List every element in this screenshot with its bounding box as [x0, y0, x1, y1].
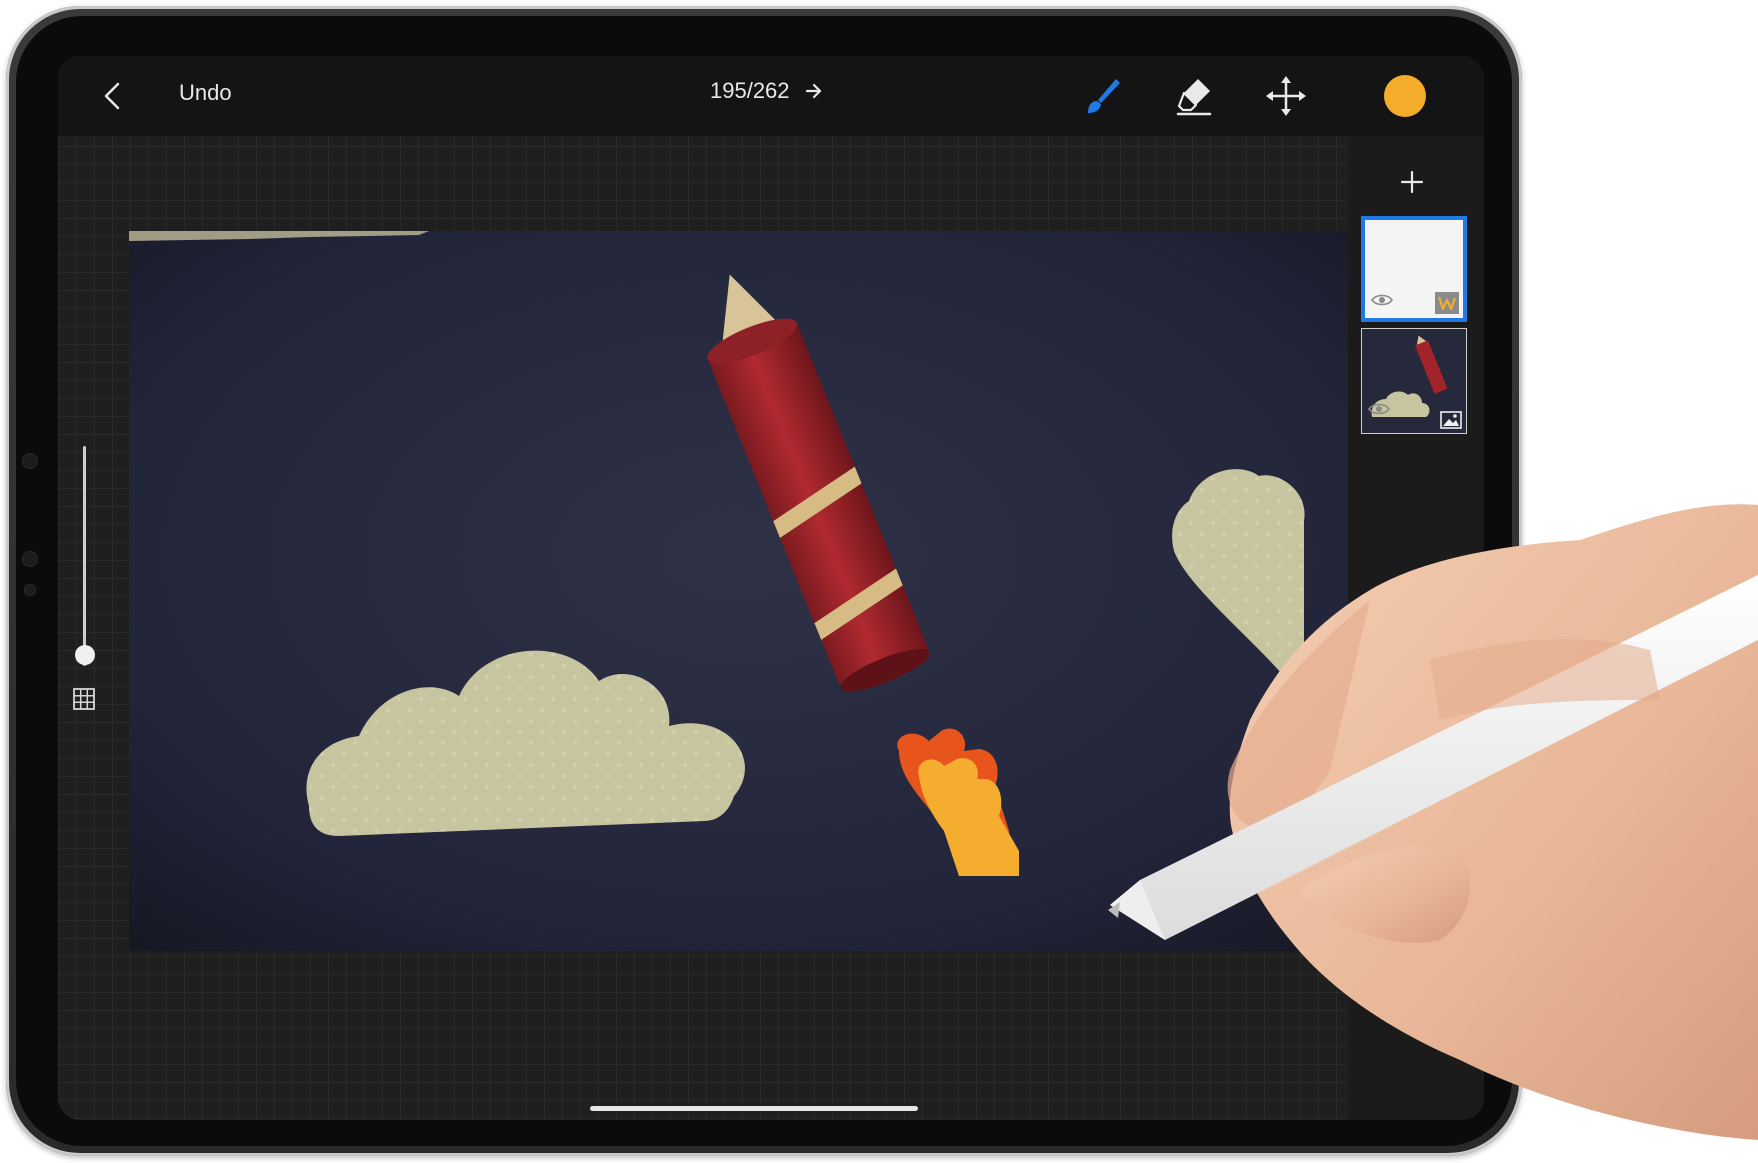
- drawing-canvas[interactable]: [129, 231, 1349, 951]
- ipad-device: Undo 195/262: [6, 6, 1522, 1156]
- eye-icon: [1368, 403, 1390, 415]
- side-button: [24, 584, 36, 596]
- top-toolbar: Undo 195/262: [58, 56, 1484, 136]
- add-layer-button[interactable]: [1392, 162, 1432, 202]
- grid-icon: [73, 688, 95, 710]
- plus-icon: [1400, 170, 1424, 194]
- chevron-left-icon: [104, 82, 120, 110]
- drawing-layer-icon: [1435, 292, 1459, 314]
- eraser-tool-button[interactable]: [1168, 70, 1220, 122]
- brush-icon: [1088, 79, 1120, 113]
- current-color-swatch[interactable]: [1384, 75, 1426, 117]
- move-icon: [1266, 76, 1306, 116]
- move-tool-button[interactable]: [1260, 70, 1312, 122]
- grid-toggle-button[interactable]: [71, 686, 97, 712]
- undo-button[interactable]: Undo: [179, 80, 232, 106]
- app-screen: Undo 195/262: [58, 56, 1484, 1120]
- canvas-artwork: [129, 231, 1349, 951]
- frame-counter[interactable]: 195/262: [710, 78, 824, 104]
- home-indicator: [590, 1106, 918, 1111]
- layer-thumbnail-image[interactable]: [1361, 328, 1467, 434]
- eye-icon: [1371, 294, 1393, 306]
- side-button: [22, 551, 38, 567]
- brush-size-slider-knob[interactable]: [74, 645, 95, 665]
- layer-thumbnail-drawing[interactable]: [1361, 216, 1467, 322]
- arrow-right-icon: [805, 83, 821, 99]
- side-button: [22, 453, 38, 469]
- eraser-icon: [1176, 79, 1212, 116]
- back-button[interactable]: [96, 76, 132, 116]
- brush-tool-button[interactable]: [1076, 70, 1128, 122]
- frame-counter-label: 195/262: [710, 78, 790, 103]
- brush-size-slider[interactable]: [83, 446, 86, 666]
- image-icon: [1440, 411, 1462, 429]
